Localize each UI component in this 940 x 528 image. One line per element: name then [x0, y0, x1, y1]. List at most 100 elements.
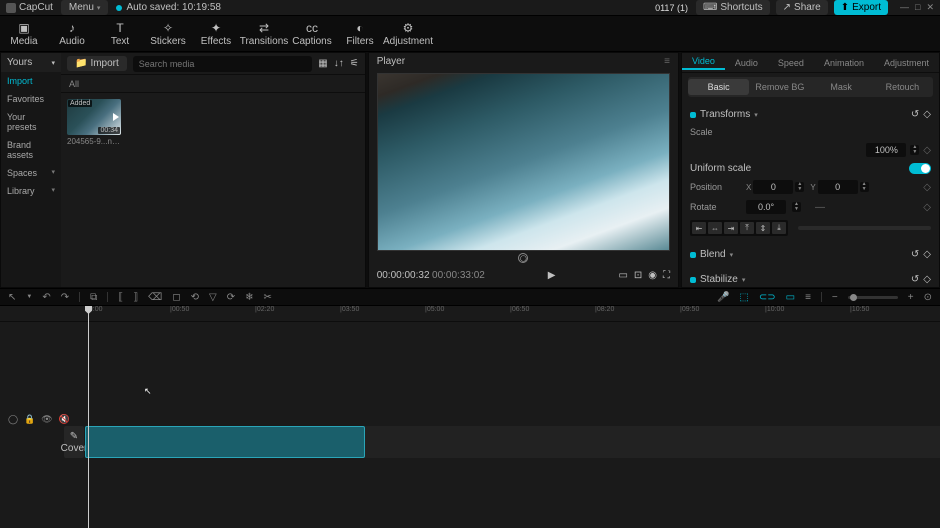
- keyframe-icon[interactable]: ◇: [923, 145, 931, 156]
- pointer-tool-icon[interactable]: ↖: [8, 292, 16, 303]
- import-button[interactable]: 📁Import: [67, 56, 127, 71]
- scale-stepper[interactable]: ▲▼: [910, 145, 919, 155]
- visibility-icon[interactable]: 👁: [41, 414, 52, 425]
- media-clip[interactable]: Added 00:34 204565-9...nall.mp4: [67, 99, 121, 146]
- toolbar-filters[interactable]: ◐Filters: [336, 16, 384, 51]
- rotate-value[interactable]: 0.0°: [746, 200, 786, 214]
- reset-icon[interactable]: ↺: [911, 274, 919, 285]
- menu-button[interactable]: Menu: [61, 0, 109, 15]
- align-left-icon[interactable]: ⇤: [692, 222, 706, 234]
- zoom-out-icon[interactable]: −: [832, 292, 838, 303]
- mic-icon[interactable]: 🎤: [717, 292, 729, 303]
- shortcuts-button[interactable]: ⌨Shortcuts: [696, 0, 770, 15]
- transforms-header[interactable]: Transforms▾ ↺◇: [690, 105, 931, 124]
- filter-icon[interactable]: ⚟: [350, 58, 359, 69]
- mirror-icon[interactable]: ▽: [209, 292, 217, 303]
- keyframe-icon[interactable]: ◇: [923, 182, 931, 193]
- toolbar-captions[interactable]: ccCaptions: [288, 16, 336, 51]
- inspector-tab-video[interactable]: Video: [682, 56, 725, 70]
- toolbar-transitions[interactable]: ⇄Transitions: [240, 16, 288, 51]
- toolbar-stickers[interactable]: ✧Stickers: [144, 16, 192, 51]
- section-stabilize[interactable]: Stabilize▾↺◇: [690, 270, 931, 287]
- sidebar-item-spaces[interactable]: Spaces: [1, 164, 61, 182]
- ratio-icon[interactable]: ▭: [618, 270, 627, 281]
- rotate-tool-icon[interactable]: ⟳: [227, 292, 235, 303]
- align-top-icon[interactable]: ⤒: [740, 222, 754, 234]
- align-bottom-icon[interactable]: ⤓: [772, 222, 786, 234]
- track-toggle-icon[interactable]: ◯: [8, 414, 18, 425]
- inspector-tab-speed[interactable]: Speed: [768, 58, 814, 68]
- freeze-icon[interactable]: ❄: [245, 292, 253, 303]
- play-button[interactable]: ▶: [548, 270, 556, 281]
- clip-thumbnail[interactable]: Added 00:34: [67, 99, 121, 135]
- inspector-subtab-remove-bg[interactable]: Remove BG: [749, 79, 810, 95]
- export-button[interactable]: ⬆Export: [834, 0, 888, 15]
- share-button[interactable]: ↗Share: [776, 0, 828, 15]
- toolbar-text[interactable]: TText: [96, 16, 144, 51]
- media-tab-all[interactable]: All: [69, 79, 79, 89]
- scale-value[interactable]: 100%: [866, 143, 906, 157]
- timeline[interactable]: 00:00|00:50|02:20|03:50|05:00|06:50|08:2…: [0, 306, 940, 528]
- keyframe-icon[interactable]: ◇: [923, 274, 931, 285]
- toolbar-audio[interactable]: ♪Audio: [48, 16, 96, 51]
- track-tool-icon[interactable]: ≡: [805, 292, 811, 303]
- player-preview[interactable]: ◯: [377, 73, 670, 251]
- section-blend[interactable]: Blend▾↺◇: [690, 245, 931, 264]
- inspector-tab-adjustment[interactable]: Adjustment: [874, 58, 939, 68]
- timeline-ruler[interactable]: 00:00|00:50|02:20|03:50|05:00|06:50|08:2…: [0, 306, 940, 322]
- split-icon[interactable]: ⧉: [90, 292, 97, 303]
- sidebar-item-import[interactable]: Import: [1, 72, 61, 90]
- inspector-subtab-mask[interactable]: Mask: [811, 79, 872, 95]
- mute-icon[interactable]: 🔇: [59, 414, 70, 425]
- uniform-scale-toggle[interactable]: [909, 163, 931, 174]
- sidebar-item-brand-assets[interactable]: Brand assets: [1, 136, 61, 164]
- zoom-slider[interactable]: [848, 296, 898, 299]
- toolbar-media[interactable]: ▣Media: [0, 16, 48, 51]
- maximize-button[interactable]: □: [915, 2, 920, 13]
- x-stepper[interactable]: ▲▼: [795, 182, 804, 192]
- grid-view-icon[interactable]: ▦: [318, 58, 327, 69]
- align-right-icon[interactable]: ⇥: [724, 222, 738, 234]
- crop-tool-icon[interactable]: ◻: [172, 292, 180, 303]
- playhead[interactable]: [88, 306, 89, 528]
- y-stepper[interactable]: ▲▼: [860, 182, 869, 192]
- zoom-in-icon[interactable]: +: [908, 292, 914, 303]
- timeline-clip[interactable]: [85, 426, 365, 458]
- fullscreen-icon[interactable]: ⛶: [663, 270, 670, 281]
- cover-button[interactable]: ✎Cover: [64, 426, 84, 458]
- inspector-subtab-basic[interactable]: Basic: [688, 79, 749, 95]
- sidebar-item-library[interactable]: Library: [1, 182, 61, 200]
- position-y-input[interactable]: 0: [818, 180, 858, 194]
- crop-icon[interactable]: ✂: [264, 292, 272, 303]
- align-center-h-icon[interactable]: ⇔: [708, 222, 722, 234]
- minimize-button[interactable]: —: [900, 2, 909, 13]
- reverse-icon[interactable]: ⟲: [191, 292, 199, 303]
- reset-icon[interactable]: ↺: [911, 249, 919, 260]
- position-x-input[interactable]: 0: [753, 180, 793, 194]
- toolbar-adjustment[interactable]: ⚙Adjustment: [384, 16, 432, 51]
- magnet-icon[interactable]: ⬚: [739, 292, 748, 303]
- lock-icon[interactable]: 🔒: [24, 414, 35, 425]
- redo-icon[interactable]: ↷: [61, 292, 69, 303]
- align-center-v-icon[interactable]: ⇕: [756, 222, 770, 234]
- reset-icon[interactable]: ↺: [911, 109, 919, 120]
- sidebar-item-your-presets[interactable]: Your presets: [1, 108, 61, 136]
- crop-icon[interactable]: ⊡: [634, 270, 642, 281]
- undo-icon[interactable]: ↶: [42, 292, 50, 303]
- keyframe-icon[interactable]: ◇: [923, 109, 931, 120]
- toolbar-effects[interactable]: ✦Effects: [192, 16, 240, 51]
- player-menu-icon[interactable]: ≡: [664, 56, 670, 67]
- inspector-tab-audio[interactable]: Audio: [725, 58, 768, 68]
- rotate-stepper[interactable]: ▲▼: [792, 202, 801, 212]
- trim-right-icon[interactable]: ⟧: [133, 292, 138, 303]
- align-slider[interactable]: [798, 226, 931, 230]
- preview-icon[interactable]: ▭: [786, 292, 795, 303]
- zoom-fit-icon[interactable]: ⊙: [924, 292, 932, 303]
- dropdown-icon[interactable]: ▼: [26, 294, 32, 300]
- preview-circle-icon[interactable]: ◯: [518, 253, 528, 263]
- keyframe-icon[interactable]: ◇: [923, 202, 931, 213]
- quality-icon[interactable]: ◉: [648, 270, 657, 281]
- sidebar-header[interactable]: Yours▾: [1, 53, 61, 72]
- delete-icon[interactable]: ⌫: [148, 292, 162, 303]
- inspector-subtab-retouch[interactable]: Retouch: [872, 79, 933, 95]
